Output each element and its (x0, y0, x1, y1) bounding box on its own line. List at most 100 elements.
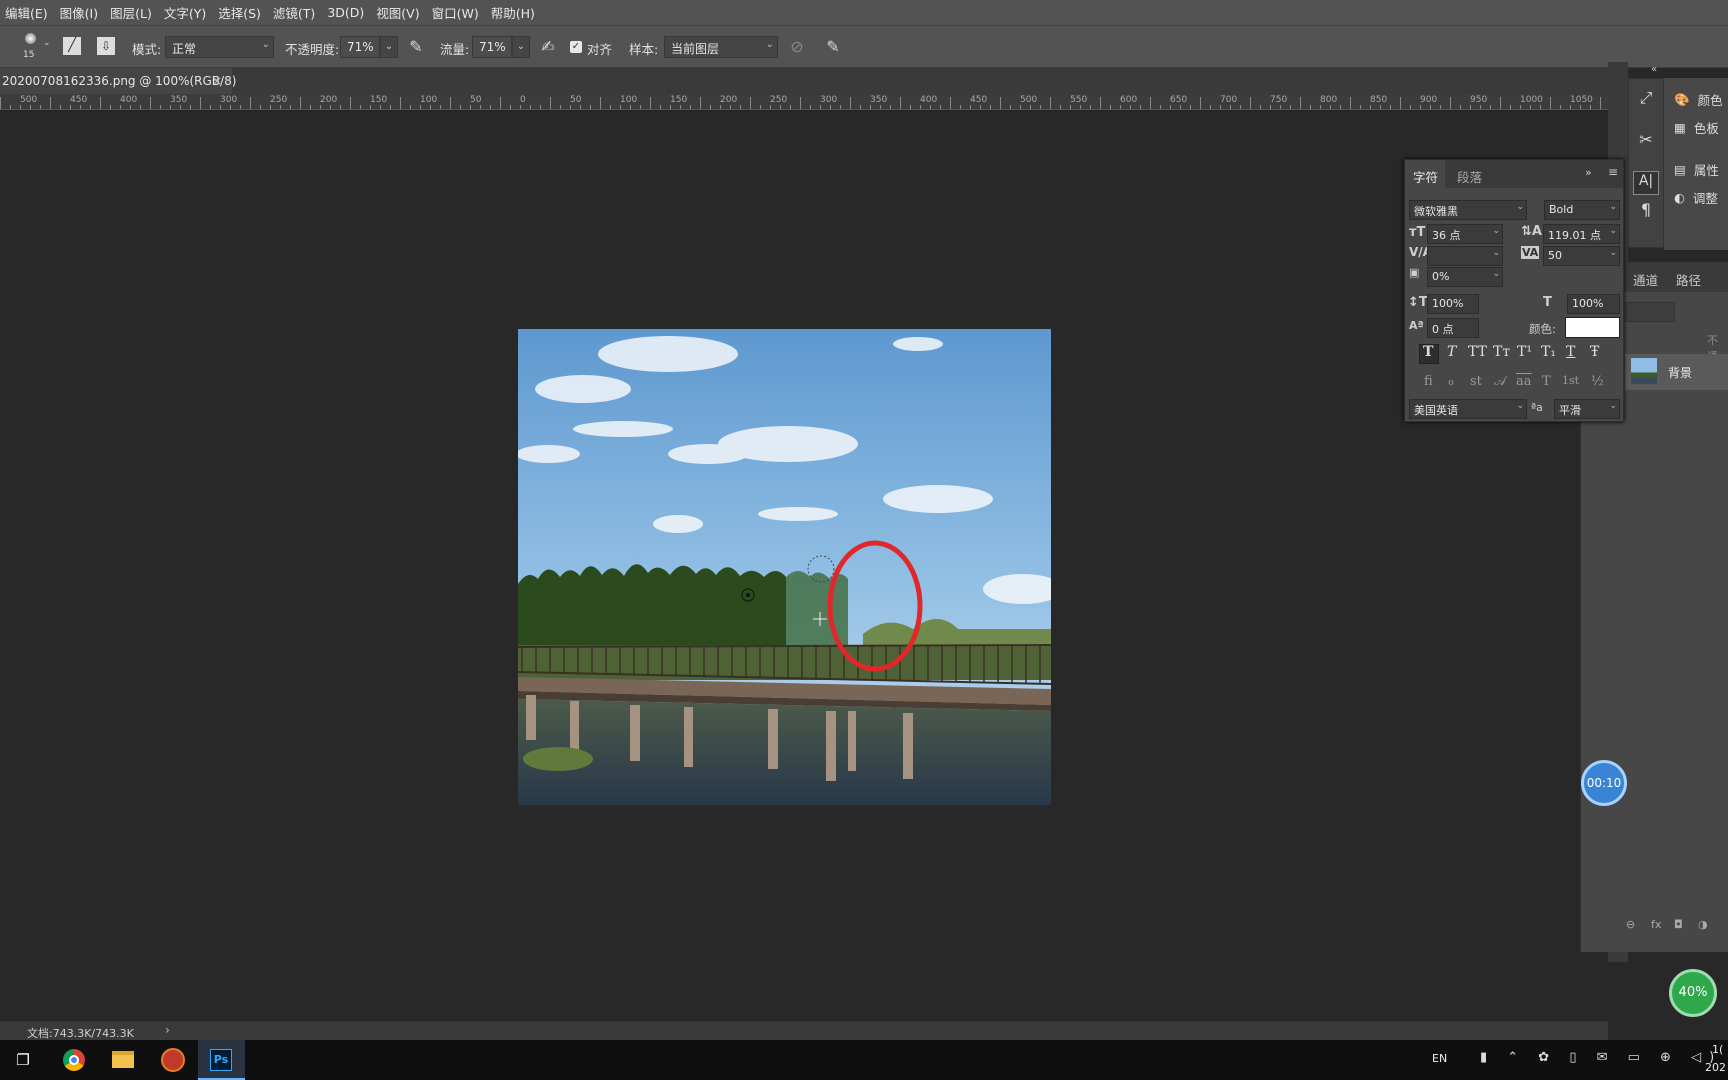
menu-view[interactable]: 视图(V) (371, 3, 426, 22)
tools-preset-icon[interactable]: ✂ (1635, 131, 1657, 149)
superscript-icon[interactable]: T¹ (1517, 344, 1532, 360)
horizontal-ruler[interactable]: 500 450 400 350 300 250 200 150 100 50 0 50 100 150 20… (0, 94, 1608, 110)
flow-input[interactable]: 71% (472, 36, 512, 58)
close-icon[interactable]: × (212, 74, 222, 88)
menu-select[interactable]: 选择(S) (213, 3, 268, 22)
tsume-input[interactable]: 0% ⌄ (1427, 267, 1503, 287)
paragraph-icon[interactable]: ¶ (1635, 201, 1657, 219)
titling-icon[interactable]: T (1542, 374, 1551, 389)
document-tab-bar: 20200708162336.png @ 100%(RGB/8) × (0, 68, 1625, 94)
new-adjustment-icon[interactable]: ◑ (1698, 918, 1708, 931)
panel-menu-icon[interactable]: ≡ (1608, 165, 1618, 179)
color-panel-tab[interactable]: 🎨 颜色 (1674, 90, 1723, 109)
swash-icon[interactable]: 𝒜 (1494, 374, 1506, 389)
faux-italic-icon[interactable]: T (1447, 344, 1456, 360)
language-select[interactable]: 美国英语 ⌄ (1409, 399, 1527, 419)
fractions-icon[interactable]: ½ (1591, 374, 1604, 389)
menu-image[interactable]: 图像(I) (55, 3, 105, 22)
document-image[interactable] (518, 329, 1051, 805)
ruler-label: 250 (770, 95, 788, 105)
layer-row-background[interactable]: 背景 (1625, 354, 1728, 390)
ligatures-icon[interactable]: fi (1424, 374, 1433, 389)
ruler-label: 400 (120, 95, 138, 105)
airbrush-icon[interactable]: ✍ (537, 38, 559, 56)
brush-panel-toggle-icon[interactable]: ╱ (63, 37, 81, 55)
clock-time[interactable]: 1( (1712, 1043, 1723, 1056)
photoshop-taskbar-button[interactable]: Ps (198, 1040, 245, 1080)
filter-kind-select[interactable] (1625, 302, 1675, 322)
properties-panel-tab[interactable]: ▤ 属性 (1674, 160, 1719, 179)
menu-filter[interactable]: 滤镜(T) (268, 3, 322, 22)
menu-type[interactable]: 文字(Y) (159, 3, 213, 22)
sample-select[interactable]: 当前图层 ⌄ (664, 36, 778, 58)
antialias-select[interactable]: 平滑 ⌄ (1554, 399, 1620, 419)
app-icon[interactable] (161, 1048, 185, 1072)
pressure-size-icon[interactable]: ✎ (823, 38, 843, 56)
adjustments-panel-tab[interactable]: ◐ 调整 (1674, 188, 1718, 207)
text-color-swatch[interactable] (1565, 317, 1620, 338)
flow-value: 71% (479, 40, 506, 54)
tab-paths[interactable]: 路径 (1676, 270, 1701, 289)
input-language[interactable]: EN (1432, 1052, 1447, 1065)
old-style-icon[interactable]: ℴ (1448, 374, 1454, 389)
status-menu-arrow[interactable]: › (165, 1023, 170, 1037)
sample-value: 当前图层 (671, 42, 720, 56)
align-checkbox[interactable]: ✓ (570, 41, 582, 53)
discretionary-ligatures-icon[interactable]: st (1470, 374, 1482, 389)
opacity-input[interactable]: 71% (340, 36, 380, 58)
baseline-shift-input[interactable]: 0 点 (1427, 318, 1479, 338)
flow-label: 流量: (440, 42, 470, 57)
recording-timer[interactable]: 00:10 (1581, 760, 1627, 806)
ruler-label: 900 (1420, 95, 1438, 105)
opacity-label: 不透明度: (285, 42, 340, 57)
history-icon[interactable]: ⤢ (1635, 89, 1657, 107)
strikethrough-icon[interactable]: Ŧ (1590, 344, 1599, 360)
link-layers-icon[interactable]: ⊖ (1626, 918, 1635, 931)
fx-icon[interactable]: fx (1651, 918, 1661, 931)
swatches-panel-tab[interactable]: ▦ 色板 (1674, 118, 1719, 137)
subscript-icon[interactable]: T₁ (1541, 344, 1556, 360)
add-mask-icon[interactable]: ◘ (1674, 918, 1683, 931)
ruler-label: 100 (620, 95, 638, 105)
menu-edit[interactable]: 编辑(E) (0, 3, 55, 22)
vertical-scale-input[interactable]: 100% (1427, 294, 1479, 314)
character-panel-icon[interactable]: A| (1633, 171, 1659, 195)
stylistic-alternates-icon[interactable]: aa (1516, 374, 1532, 389)
menu-layer[interactable]: 图层(L) (105, 3, 159, 22)
horizontal-scale-input[interactable]: 100% (1567, 294, 1620, 314)
ruler-label: 500 (1020, 95, 1038, 105)
clone-source-icon[interactable]: ⇩ (97, 37, 115, 55)
file-explorer-icon[interactable] (112, 1051, 134, 1068)
font-size-input[interactable]: 36 点 ⌄ (1427, 224, 1503, 244)
menu-help[interactable]: 帮助(H) (486, 3, 542, 22)
ordinals-icon[interactable]: 1st (1562, 374, 1579, 387)
tab-channels[interactable]: 通道 (1633, 270, 1658, 289)
font-family-value: 微软雅黑 (1414, 205, 1458, 218)
performance-widget[interactable]: 40% (1669, 969, 1717, 1017)
clock-date[interactable]: 202 (1705, 1061, 1726, 1074)
font-style-select[interactable]: Bold ⌄ (1544, 200, 1620, 220)
flow-dropdown[interactable]: ⌄ (512, 36, 530, 58)
kerning-input[interactable]: ⌄ (1427, 246, 1503, 266)
underline-icon[interactable]: T (1566, 344, 1575, 360)
pressure-opacity-icon[interactable]: ✎ (406, 38, 426, 56)
chevron-down-icon: ⌄ (1492, 269, 1500, 279)
task-view-icon[interactable]: ❐ (12, 1051, 34, 1069)
menu-3d[interactable]: 3D(D) (322, 5, 371, 20)
swatches-label: 色板 (1693, 121, 1719, 136)
tab-paragraph[interactable]: 段落 (1457, 167, 1482, 186)
ignore-adjustment-layers-icon[interactable]: ⊘ (787, 38, 807, 56)
tracking-input[interactable]: 50 ⌄ (1543, 246, 1620, 266)
expand-icon[interactable]: » (1585, 166, 1592, 179)
mode-select[interactable]: 正常 ⌄ (165, 36, 274, 58)
small-caps-icon[interactable]: Tт (1493, 344, 1510, 360)
menu-window[interactable]: 窗口(W) (427, 3, 486, 22)
opacity-dropdown[interactable]: ⌄ (380, 36, 398, 58)
brush-preset-picker[interactable]: 15 ⌄ (18, 31, 51, 65)
leading-input[interactable]: 119.01 点 ⌄ (1543, 224, 1620, 244)
chrome-icon[interactable] (63, 1049, 85, 1071)
font-family-select[interactable]: 微软雅黑 ⌄ (1409, 200, 1527, 220)
document-tab[interactable]: 20200708162336.png @ 100%(RGB/8) × (0, 68, 236, 94)
collapse-panels-icon[interactable]: « (1651, 64, 1657, 75)
all-caps-icon[interactable]: TT (1468, 344, 1487, 360)
